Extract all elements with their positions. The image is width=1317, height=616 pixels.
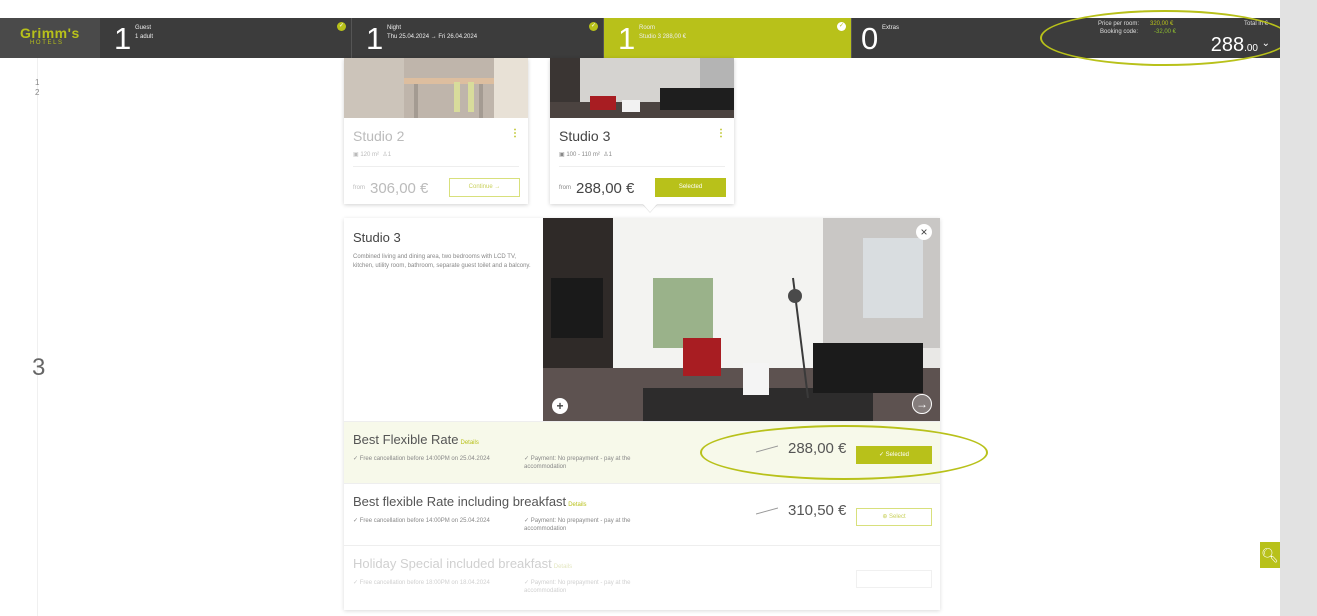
detail-title: Studio 3 xyxy=(353,230,401,245)
arrow-right-icon[interactable]: → xyxy=(912,394,932,414)
booking-code-value: -32,00 € xyxy=(1154,29,1177,35)
booking-steps-bar: Grimm's HOTELS 1 Guest 1 adult ✓ 1 Night… xyxy=(0,18,1280,58)
rate-details-link[interactable]: Details xyxy=(568,502,586,508)
plus-icon[interactable]: + xyxy=(552,398,568,414)
total-label: Total in € xyxy=(1243,21,1268,27)
room-price: 288,00 € xyxy=(576,180,635,197)
step-extras-title: Extras xyxy=(882,25,900,31)
room-name: Studio 2 xyxy=(353,128,405,144)
rate-row-holiday-special[interactable]: Holiday Special included breakfast Detail… xyxy=(344,545,940,607)
price-trend-icon xyxy=(756,445,778,453)
rail-number: 1 xyxy=(35,78,40,87)
check-icon: ✓ xyxy=(337,22,346,31)
check-icon: ✓ xyxy=(589,22,598,31)
room-name: Studio 3 xyxy=(559,128,611,144)
room-photo-image xyxy=(550,58,734,118)
room-gallery-image xyxy=(543,218,940,421)
price-from-label: from xyxy=(353,185,365,191)
booking-code-label: Booking code: xyxy=(1100,29,1139,35)
step-guest-count: 1 xyxy=(114,21,132,56)
room-photo-image xyxy=(344,58,528,118)
room-specs: ▣ 100 - 110 m² ♙1 xyxy=(559,152,612,158)
rate-row-flexible-breakfast[interactable]: Best flexible Rate including breakfast De… xyxy=(344,483,940,545)
booking-app: Grimm's HOTELS 1 Guest 1 adult ✓ 1 Night… xyxy=(0,0,1290,616)
room-photo xyxy=(550,58,734,118)
divider xyxy=(353,166,519,167)
price-summary[interactable]: Price per room: 320,00 € Booking code: -… xyxy=(1070,18,1280,58)
rate-title: Best flexible Rate including breakfast xyxy=(353,494,567,509)
step-night-detail: Thu 25.04.2024 → Fri 26.04.2024 xyxy=(387,34,478,40)
step-night-title: Night xyxy=(387,25,402,31)
rate-price: 288,00 € xyxy=(788,440,847,457)
more-options-icon[interactable]: ⋮ xyxy=(510,128,520,139)
room-card-studio-2[interactable]: ⋮ Studio 2 ▣ 120 m² ♙1 from 306,00 € Con… xyxy=(344,58,528,204)
step-room[interactable]: 1 Room Studio 3 288,00 € ✓ xyxy=(604,18,852,58)
rate-name: Best flexible Rate including breakfast De… xyxy=(353,494,587,509)
room-area: 100 - 110 m² xyxy=(566,152,600,158)
detail-description: Combined living and dining area, two bed… xyxy=(353,254,531,269)
room-area: 120 m² xyxy=(360,152,380,158)
step-rail xyxy=(37,58,38,616)
room-price: 306,00 € xyxy=(370,180,429,197)
rate-cancellation: ✓ Free cancellation before 14:00PM on 25… xyxy=(353,456,490,462)
rate-price: 310,50 € xyxy=(788,502,847,519)
more-options-icon[interactable]: ⋮ xyxy=(716,128,726,139)
rate-cancellation: ✓ Free cancellation before 18:00PM on 18… xyxy=(353,580,490,586)
rate-title: Best Flexible Rate xyxy=(353,432,459,447)
card-pointer xyxy=(643,204,657,212)
rate-select-button[interactable] xyxy=(856,570,932,588)
step-room-title: Room xyxy=(639,25,656,31)
rate-cancellation: ✓ Free cancellation before 14:00PM on 25… xyxy=(353,518,490,524)
price-from-label: from xyxy=(559,185,571,191)
room-guests: 1 xyxy=(608,152,612,158)
check-icon: ✓ xyxy=(837,22,846,31)
rate-row-best-flexible[interactable]: Best Flexible Rate Details ✓ Free cancell… xyxy=(344,421,940,483)
step-extras[interactable]: 0 Extras xyxy=(852,18,1070,58)
total-int: 288 xyxy=(1210,34,1245,56)
room-photo xyxy=(344,58,528,118)
zoom-in-icon[interactable]: 🔍︎ xyxy=(1260,542,1280,568)
total-dec: .00 xyxy=(1244,43,1258,54)
rate-name: Best Flexible Rate Details xyxy=(353,432,479,447)
rate-payment: ✓ Payment: No prepayment - pay at the ac… xyxy=(524,580,631,594)
rate-selected-button[interactable]: ✓ Selected xyxy=(856,446,932,464)
room-guests: 1 xyxy=(387,152,392,158)
price-trend-icon xyxy=(756,507,778,515)
room-detail-panel: Studio 3 Combined living and dining area… xyxy=(344,218,940,610)
rate-payment: ✓ Payment: No prepayment - pay at the ac… xyxy=(524,456,631,470)
close-icon[interactable]: × xyxy=(916,224,932,240)
brand-sub: HOTELS xyxy=(30,40,64,46)
step-night[interactable]: 1 Night Thu 25.04.2024 → Fri 26.04.2024 … xyxy=(352,18,604,58)
rate-details-link[interactable]: Details xyxy=(554,564,572,570)
rate-title: Holiday Special included breakfast xyxy=(353,556,552,571)
logo[interactable]: Grimm's HOTELS xyxy=(0,18,100,58)
continue-button[interactable]: Continue → xyxy=(449,178,520,197)
room-gallery[interactable]: × + → xyxy=(543,218,940,421)
rate-details-link[interactable]: Details xyxy=(461,440,479,446)
scrollbar-track[interactable] xyxy=(1280,0,1317,616)
step-extras-count: 0 xyxy=(861,21,879,56)
step-guest[interactable]: 1 Guest 1 adult ✓ xyxy=(100,18,352,58)
step-night-count: 1 xyxy=(366,21,384,56)
price-per-room-value: 320,00 € xyxy=(1150,21,1174,27)
rate-name: Holiday Special included breakfast Detail… xyxy=(353,556,572,571)
room-specs: ▣ 120 m² ♙1 xyxy=(353,152,392,158)
total-amount: 288.00 xyxy=(1211,34,1258,57)
chevron-down-icon[interactable]: ⌄ xyxy=(1262,38,1270,49)
step-room-detail: Studio 3 288,00 € xyxy=(639,34,687,40)
rail-number: 2 xyxy=(35,88,40,97)
rate-payment: ✓ Payment: No prepayment - pay at the ac… xyxy=(524,518,631,532)
room-card-studio-3[interactable]: ⋮ Studio 3 ▣ 100 - 110 m² ♙1 from 288,00… xyxy=(550,58,734,204)
selected-button[interactable]: Selected xyxy=(655,178,726,197)
price-per-room-label: Price per room: xyxy=(1098,21,1140,27)
brand-name: Grimm's xyxy=(20,25,80,41)
step-guest-detail: 1 adult xyxy=(135,34,154,40)
step-room-count: 1 xyxy=(618,21,636,56)
rate-select-button[interactable]: ⊕ Select xyxy=(856,508,932,526)
divider xyxy=(559,166,725,167)
step-guest-title: Guest xyxy=(135,25,152,31)
rail-step-number: 3 xyxy=(32,354,46,381)
